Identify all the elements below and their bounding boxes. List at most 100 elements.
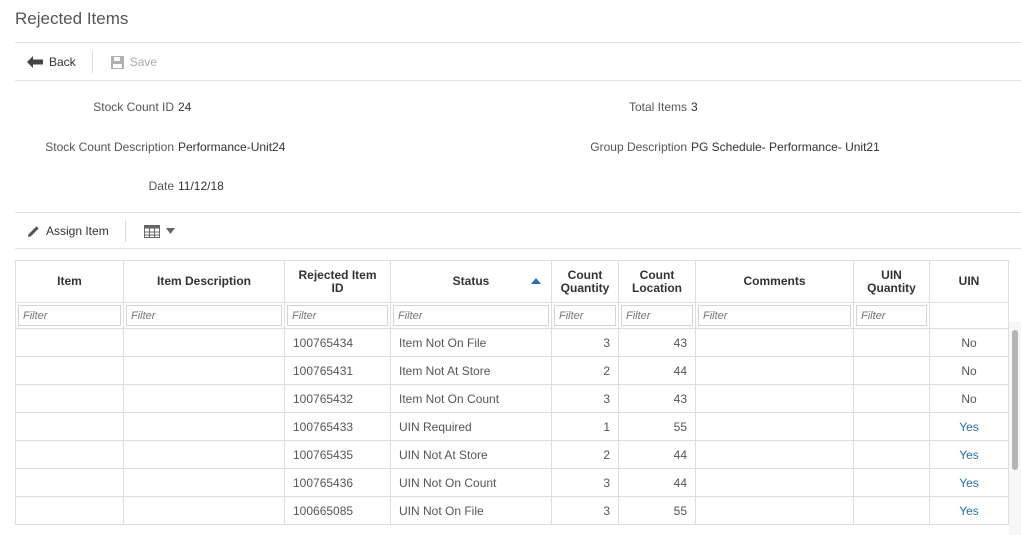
table-grid-icon: [143, 224, 160, 238]
cell-status: UIN Required: [390, 412, 552, 441]
cell-uin-quantity: [853, 440, 930, 469]
filter-comments-input[interactable]: [698, 305, 851, 326]
cell-uin-quantity: [853, 412, 930, 441]
assign-item-button[interactable]: Assign Item: [15, 218, 119, 244]
floppy-disk-icon: [110, 55, 124, 69]
group-description-label: Group Description: [590, 140, 687, 154]
cell-item-description: [123, 328, 285, 357]
cell-uin-link[interactable]: Yes: [929, 440, 1009, 469]
cell-comments: [695, 440, 854, 469]
cell-uin-link[interactable]: Yes: [929, 468, 1009, 497]
cell-rejected-item-id: 100665085: [284, 496, 391, 525]
stock-count-id-field: Stock Count ID 24: [15, 100, 191, 114]
cell-rejected-item-id: 100765435: [284, 440, 391, 469]
divider: [15, 80, 1021, 81]
date-value: 11/12/18: [178, 179, 224, 193]
cell-uin-link[interactable]: Yes: [929, 412, 1009, 441]
column-header-rejected-item-id[interactable]: Rejected Item ID: [284, 260, 391, 303]
cell-item: [15, 468, 124, 497]
cell-uin-quantity: [853, 468, 930, 497]
sort-ascending-icon: [531, 278, 541, 284]
rejected-items-table: Item Item Description Rejected Item ID S…: [15, 260, 1009, 525]
cell-comments: [695, 468, 854, 497]
stock-count-description-value: Performance-Unit24: [178, 140, 286, 154]
cell-item-description: [123, 412, 285, 441]
table-row[interactable]: 100765434 Item Not On File 3 43 No: [15, 328, 1009, 357]
table-scrollbar[interactable]: [1009, 322, 1021, 535]
table-row[interactable]: 100765436 UIN Not On Count 3 44 Yes: [15, 468, 1009, 497]
column-header-item[interactable]: Item: [15, 260, 124, 303]
group-description-field: Group Description PG Schedule- Performanc…: [530, 140, 880, 154]
group-description-value: PG Schedule- Performance- Unit21: [691, 140, 880, 154]
table-row[interactable]: 100665085 UIN Not On File 3 55 Yes: [15, 496, 1009, 525]
cell-item: [15, 328, 124, 357]
cell-comments: [695, 356, 854, 385]
toolbar-separator: [124, 220, 126, 242]
column-header-count-location[interactable]: Count Location: [618, 260, 696, 303]
columns-menu-button[interactable]: [132, 218, 185, 244]
save-button[interactable]: Save: [99, 49, 167, 75]
cell-uin: No: [929, 328, 1009, 357]
table-row[interactable]: 100765433 UIN Required 1 55 Yes: [15, 412, 1009, 441]
filter-status-input[interactable]: [393, 305, 549, 326]
cell-rejected-item-id: 100765434: [284, 328, 391, 357]
filter-count-quantity-input[interactable]: [554, 305, 616, 326]
column-header-count-quantity[interactable]: Count Quantity: [551, 260, 619, 303]
cell-uin-quantity: [853, 384, 930, 413]
cell-status: Item Not On Count: [390, 384, 552, 413]
filter-row: [15, 302, 1009, 329]
cell-rejected-item-id: 100765436: [284, 468, 391, 497]
stock-count-id-label: Stock Count ID: [93, 100, 174, 114]
scrollbar-thumb[interactable]: [1012, 330, 1018, 470]
stock-count-description-field: Stock Count Description Performance-Unit2…: [15, 140, 285, 154]
column-header-comments[interactable]: Comments: [695, 260, 854, 303]
cell-count-quantity: 3: [551, 384, 619, 413]
cell-uin-quantity: [853, 496, 930, 525]
chevron-down-icon: [165, 228, 175, 234]
cell-item: [15, 440, 124, 469]
table-row[interactable]: 100765435 UIN Not At Store 2 44 Yes: [15, 440, 1009, 469]
cell-comments: [695, 412, 854, 441]
stock-count-description-label: Stock Count Description: [45, 140, 174, 154]
back-label: Back: [49, 55, 76, 69]
toolbar-separator: [91, 51, 93, 73]
table-row[interactable]: 100765432 Item Not On Count 3 43 No: [15, 384, 1009, 413]
filter-item-description-input[interactable]: [126, 305, 282, 326]
column-header-item-description[interactable]: Item Description: [123, 260, 285, 303]
filter-item-input[interactable]: [18, 305, 121, 326]
table-row[interactable]: 100765431 Item Not At Store 2 44 No: [15, 356, 1009, 385]
cell-count-location: 43: [618, 328, 696, 357]
stock-count-id-value: 24: [178, 100, 192, 114]
cell-status: Item Not On File: [390, 328, 552, 357]
table-header-row: Item Item Description Rejected Item ID S…: [15, 260, 1009, 303]
cell-comments: [695, 384, 854, 413]
cell-count-quantity: 3: [551, 496, 619, 525]
divider: [15, 248, 1021, 249]
column-header-status[interactable]: Status: [390, 260, 552, 303]
column-header-uin[interactable]: UIN: [929, 260, 1009, 303]
cell-count-location: 43: [618, 384, 696, 413]
cell-item: [15, 496, 124, 525]
column-header-uin-quantity[interactable]: UIN Quantity: [853, 260, 930, 303]
filter-count-location-input[interactable]: [621, 305, 693, 326]
status-header-label: Status: [452, 274, 490, 288]
total-items-field: Total Items 3: [530, 100, 698, 114]
assign-item-label: Assign Item: [46, 224, 109, 238]
filter-uin-quantity-input[interactable]: [856, 305, 927, 326]
cell-count-location: 44: [618, 468, 696, 497]
cell-comments: [695, 496, 854, 525]
cell-rejected-item-id: 100765432: [284, 384, 391, 413]
filter-rejected-item-id-input[interactable]: [287, 305, 388, 326]
save-label: Save: [129, 55, 158, 69]
cell-uin-link[interactable]: Yes: [929, 496, 1009, 525]
cell-status: UIN Not On File: [390, 496, 552, 525]
cell-status: UIN Not On Count: [390, 468, 552, 497]
cell-rejected-item-id: 100765431: [284, 356, 391, 385]
cell-count-quantity: 2: [551, 356, 619, 385]
cell-item-description: [123, 468, 285, 497]
total-items-label: Total Items: [628, 100, 687, 114]
cell-uin: No: [929, 384, 1009, 413]
cell-count-location: 44: [618, 440, 696, 469]
cell-item-description: [123, 440, 285, 469]
back-button[interactable]: Back: [15, 49, 86, 75]
